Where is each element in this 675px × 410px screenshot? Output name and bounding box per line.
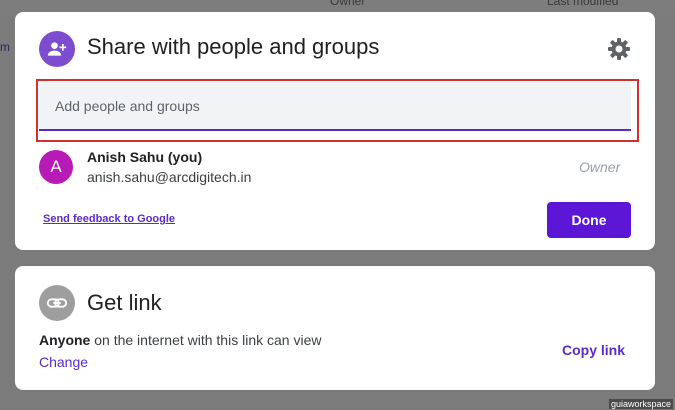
avatar: A bbox=[39, 150, 73, 184]
send-feedback-link[interactable]: Send feedback to Google bbox=[43, 213, 175, 225]
user-email: anish.sahu@arcdigitech.in bbox=[87, 169, 252, 185]
user-name: Anish Sahu (you) bbox=[87, 149, 203, 165]
get-link-title: Get link bbox=[87, 290, 162, 315]
person-add-icon bbox=[39, 31, 75, 67]
background-column-last-modified: Last modified bbox=[547, 0, 619, 8]
change-access-link[interactable]: Change bbox=[39, 354, 88, 370]
background-text-fragment: m bbox=[0, 40, 10, 54]
gear-icon[interactable] bbox=[607, 37, 631, 61]
user-role: Owner bbox=[579, 159, 621, 175]
watermark: guiaworkspace bbox=[608, 399, 673, 409]
share-dialog-title: Share with people and groups bbox=[87, 34, 380, 59]
copy-link-button[interactable]: Copy link bbox=[562, 342, 625, 358]
get-link-dialog: Get link Anyone on the internet with thi… bbox=[15, 266, 655, 390]
link-access-scope: Anyone bbox=[39, 332, 91, 348]
link-access-text: on the internet with this link can view bbox=[90, 332, 322, 348]
done-button[interactable]: Done bbox=[547, 202, 631, 238]
share-dialog: Share with people and groups A Anish Sah… bbox=[15, 12, 655, 250]
background-column-owner: Owner bbox=[330, 0, 366, 8]
add-people-input[interactable] bbox=[39, 82, 631, 131]
link-access-description: Anyone on the internet with this link ca… bbox=[39, 332, 321, 348]
link-icon bbox=[39, 285, 75, 321]
